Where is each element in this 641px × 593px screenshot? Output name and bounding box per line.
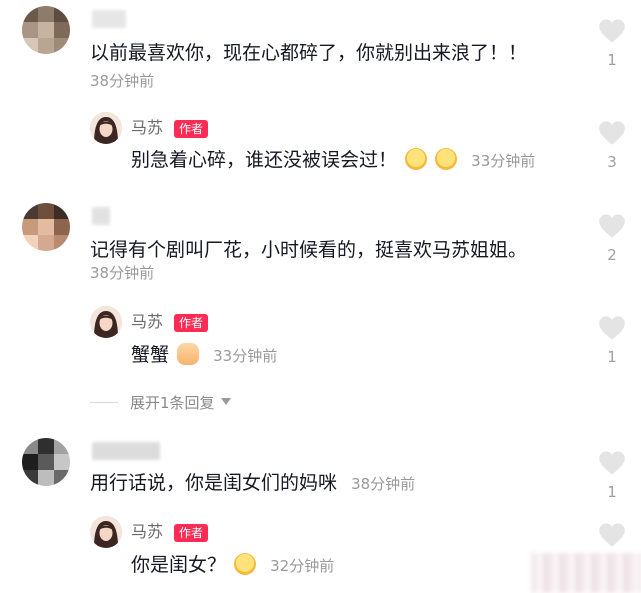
like-count: 2 <box>607 246 617 264</box>
dizzy-face-emoji <box>405 148 428 170</box>
like-button[interactable] <box>597 522 627 554</box>
divider-line <box>90 402 118 403</box>
author-avatar-image <box>90 516 122 548</box>
author-badge: 作者 <box>174 314 209 332</box>
like-button[interactable]: 1 <box>597 450 627 502</box>
commenter-avatar[interactable] <box>22 203 70 251</box>
comment-time: 38分钟前 <box>90 264 155 282</box>
author-avatar[interactable] <box>90 112 122 144</box>
reply-text: 别急着心碎，谁还没被误会过！ 33分钟前 <box>131 147 535 174</box>
commenter-avatar[interactable] <box>22 6 70 54</box>
comment-text: 记得有个剧叫厂花，小时候看的，挺喜欢马苏姐姐。 <box>90 239 528 261</box>
reply-time: 32分钟前 <box>270 557 335 575</box>
reply-text-content: 蟹蟹 <box>131 344 170 366</box>
watermark-blur <box>531 553 641 593</box>
author-avatar[interactable] <box>90 306 122 338</box>
reply-time: 33分钟前 <box>471 152 536 170</box>
comment-text-content: 用行话说，你是闺女们的妈咪 <box>90 472 338 494</box>
author-badge: 作者 <box>174 120 209 138</box>
comment-text: 以前最喜欢你，现在心都碎了，你就别出来浪了！！ <box>90 42 528 64</box>
heart-icon <box>599 316 625 340</box>
like-count: 3 <box>607 153 617 171</box>
reply-author-name[interactable]: 马苏 <box>131 311 163 333</box>
reply-text-content: 别急着心碎，谁还没被误会过！ <box>131 149 398 171</box>
commenter-name-blurred[interactable] <box>92 10 126 28</box>
author-avatar-image <box>90 306 122 338</box>
reply-text: 你是闺女？ 32分钟前 <box>131 552 334 579</box>
commenter-name-blurred[interactable] <box>92 207 110 225</box>
expand-replies-label: 展开1条回复 <box>130 394 215 412</box>
astonished-face-emoji <box>435 148 458 170</box>
reply-time: 33分钟前 <box>213 347 278 365</box>
commenter-name-blurred[interactable] <box>92 442 160 460</box>
reply-author-name[interactable]: 马苏 <box>131 521 163 543</box>
heart-icon <box>599 19 625 43</box>
comment-time: 38分钟前 <box>351 475 416 493</box>
expand-replies-button[interactable]: 展开1条回复 <box>90 393 231 413</box>
like-count: 1 <box>607 483 617 501</box>
ok-hand-emoji <box>177 343 200 365</box>
comment-time: 38分钟前 <box>90 72 155 90</box>
reply-text: 蟹蟹 33分钟前 <box>131 342 277 369</box>
like-button[interactable]: 2 <box>597 213 627 265</box>
chevron-down-icon <box>220 398 231 405</box>
author-avatar[interactable] <box>90 516 122 548</box>
heart-icon <box>599 121 625 145</box>
reply-text-content: 你是闺女？ <box>131 554 227 576</box>
like-button[interactable]: 1 <box>597 18 627 70</box>
rofl-emoji <box>234 553 257 575</box>
comment-text: 用行话说，你是闺女们的妈咪 38分钟前 <box>90 470 415 497</box>
like-count: 1 <box>607 51 617 69</box>
reply-author-name[interactable]: 马苏 <box>131 117 163 139</box>
author-avatar-image <box>90 112 122 144</box>
like-button[interactable]: 3 <box>597 120 627 172</box>
author-badge: 作者 <box>174 524 209 542</box>
heart-icon <box>599 214 625 238</box>
commenter-avatar[interactable] <box>22 438 70 486</box>
heart-icon <box>599 451 625 475</box>
heart-icon <box>599 523 625 547</box>
like-button[interactable]: 1 <box>597 315 627 367</box>
like-count: 1 <box>607 348 617 366</box>
